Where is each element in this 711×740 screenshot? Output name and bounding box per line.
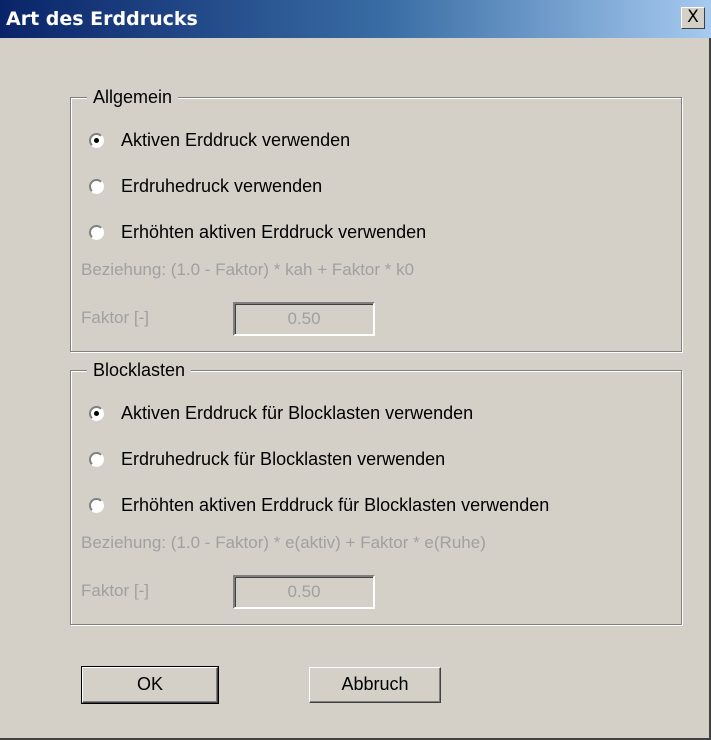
radio-label: Erhöhten aktiven Erddruck für Blocklaste… [121,495,550,515]
radio-label: Aktiven Erddruck für Blocklasten verwend… [121,403,474,423]
close-button[interactable]: X [681,7,705,29]
dialog-title: Art des Erddrucks [6,8,198,30]
dialog-window: Art des Erddrucks X Allgemein Aktiven Er… [0,0,711,740]
cancel-button[interactable]: Abbruch [309,667,441,703]
group-blocklasten: Blocklasten Aktiven Erddruck für Blockla… [70,359,682,625]
radio-button-checked[interactable] [89,133,104,148]
group-allgemein-legend: Allgemein [87,86,179,108]
group-blocklasten-legend: Blocklasten [87,359,192,381]
radio-button[interactable] [89,225,104,240]
radio-label: Erdruhedruck verwenden [121,176,323,196]
title-bar[interactable]: Art des Erddrucks X [0,0,711,38]
radio-label: Erhöhten aktiven Erddruck verwenden [121,222,427,242]
factor-label: Faktor [-] [81,581,150,600]
group-allgemein: Allgemein Aktiven Erddruck verwenden Erd… [70,86,682,352]
relation-text: Beziehung: (1.0 - Faktor) * kah + Faktor… [81,260,415,279]
factor-label: Faktor [-] [81,308,150,327]
factor-input-disabled: 0.50 [233,575,375,609]
relation-text: Beziehung: (1.0 - Faktor) * e(aktiv) + F… [81,533,486,552]
close-icon: X [687,7,699,27]
radio-button[interactable] [89,498,104,513]
factor-input-disabled: 0.50 [233,302,375,336]
radio-button-checked[interactable] [89,406,104,421]
radio-label: Aktiven Erddruck verwenden [121,130,351,150]
radio-label: Erdruhedruck für Blocklasten verwenden [121,449,446,469]
radio-button[interactable] [89,452,104,467]
ok-button[interactable]: OK [81,666,219,704]
radio-button[interactable] [89,179,104,194]
